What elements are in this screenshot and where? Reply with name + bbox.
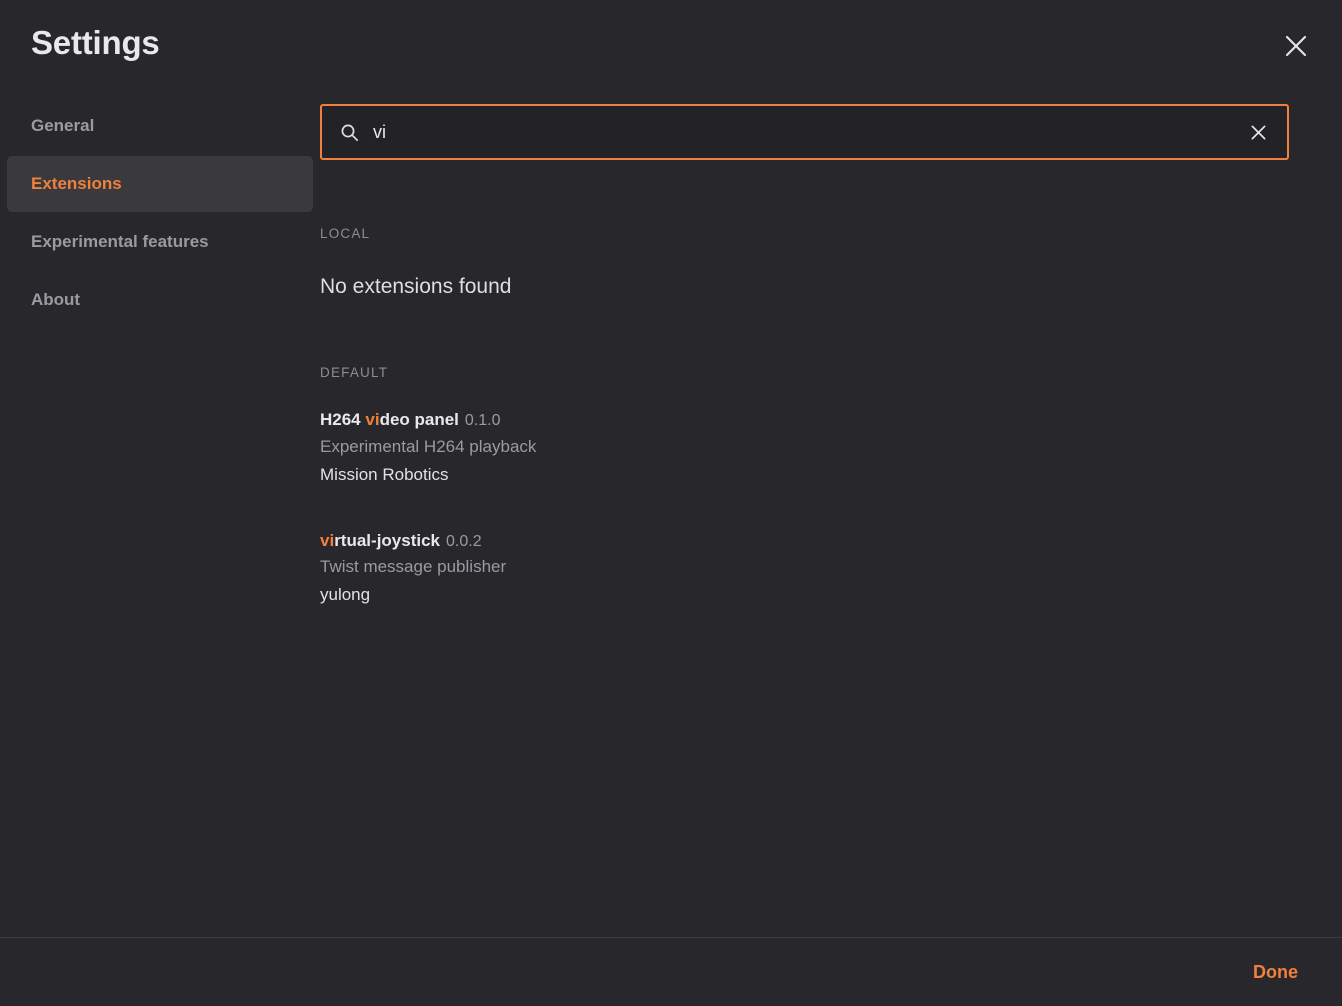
extension-title-row: H264 video panel 0.1.0 (320, 408, 1289, 433)
dialog-footer: Done (0, 937, 1342, 1006)
section-header: LOCAL (320, 226, 371, 241)
dialog-body: Settings General Extensions Experimental… (0, 0, 1342, 937)
extension-name: H264 video panel (320, 410, 459, 429)
extension-publisher: yulong (320, 585, 371, 605)
search-input[interactable] (359, 106, 1243, 158)
sidebar-item-experimental-features[interactable]: Experimental features (7, 214, 313, 270)
extension-version: 0.1.0 (464, 412, 501, 429)
settings-content: LOCAL No extensions found DEFAULT H264 v… (320, 0, 1342, 937)
extension-publisher: Mission Robotics (320, 464, 449, 484)
close-icon[interactable] (1276, 26, 1316, 66)
search-match-highlight: vi (320, 530, 335, 550)
extension-version: 0.0.2 (446, 532, 482, 550)
extension-name: virtual-joystick (320, 530, 440, 550)
extension-title-row: virtual-joystick 0.0.2 (320, 529, 1289, 554)
list-item[interactable]: virtual-joystick 0.0.2 Twist message publ… (320, 529, 1289, 610)
sidebar-item-label: General (31, 116, 95, 135)
page-title: Settings (31, 24, 160, 61)
done-button[interactable]: Done (1243, 956, 1308, 989)
sidebar-item-label: Extensions (31, 174, 122, 193)
sidebar-item-about[interactable]: About (7, 272, 313, 328)
sidebar-item-general[interactable]: General (7, 98, 313, 154)
sidebar-item-extensions[interactable]: Extensions (7, 156, 313, 212)
no-extensions-message: No extensions found (320, 275, 512, 298)
settings-sidebar: Settings General Extensions Experimental… (0, 0, 320, 937)
section-default: DEFAULT H264 video panel 0.1.0 Experiment… (320, 365, 1289, 609)
extension-description: Experimental H264 playback (320, 436, 537, 456)
extension-description: Twist message publisher (320, 557, 507, 577)
search-icon (340, 123, 359, 142)
sidebar-nav: General Extensions Experimental features… (0, 98, 320, 328)
sidebar-item-label: Experimental features (31, 232, 209, 251)
sidebar-item-label: About (31, 290, 81, 309)
settings-dialog: Settings General Extensions Experimental… (0, 0, 1342, 1006)
section-local: LOCAL No extensions found (320, 226, 1289, 299)
section-header: DEFAULT (320, 365, 389, 380)
search-field[interactable] (320, 104, 1289, 160)
list-item[interactable]: H264 video panel 0.1.0 Experimental H264 … (320, 408, 1289, 489)
search-match-highlight: vi (365, 410, 380, 429)
clear-search-icon[interactable] (1243, 117, 1273, 147)
extension-list: H264 video panel 0.1.0 Experimental H264 … (320, 408, 1289, 609)
